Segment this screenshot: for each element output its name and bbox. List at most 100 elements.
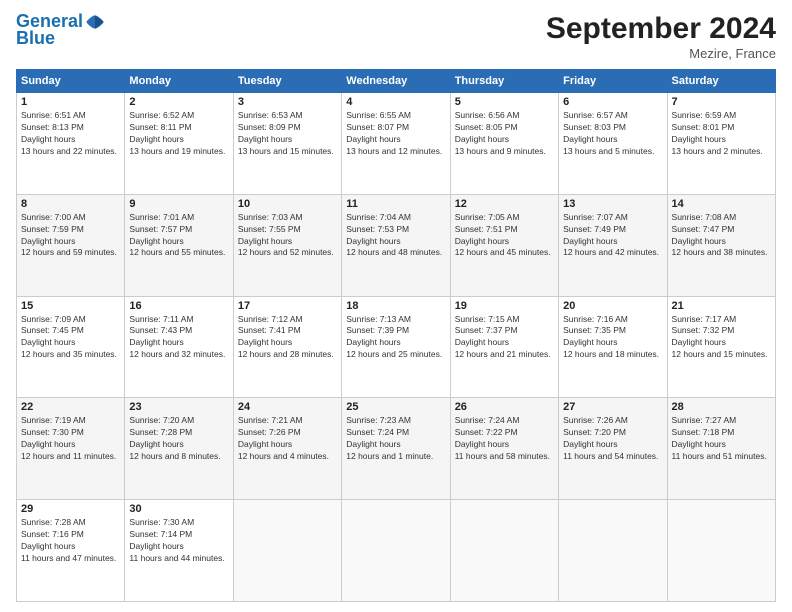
table-row <box>559 500 667 602</box>
day-number: 18 <box>346 300 445 312</box>
logo: General Blue <box>16 12 105 49</box>
day-number: 2 <box>129 96 228 108</box>
table-row: 23 Sunrise: 7:20 AMSunset: 7:28 PMDaylig… <box>125 398 233 500</box>
table-row: 10 Sunrise: 7:03 AMSunset: 7:55 PMDaylig… <box>233 194 341 296</box>
day-number: 11 <box>346 198 445 210</box>
table-row: 21 Sunrise: 7:17 AMSunset: 7:32 PMDaylig… <box>667 296 775 398</box>
day-number: 9 <box>129 198 228 210</box>
day-info: Sunrise: 6:55 AMSunset: 8:07 PMDaylight … <box>346 110 442 156</box>
day-info: Sunrise: 6:52 AMSunset: 8:11 PMDaylight … <box>129 110 225 156</box>
table-row: 5 Sunrise: 6:56 AMSunset: 8:05 PMDayligh… <box>450 93 558 195</box>
calendar-week-1: 1 Sunrise: 6:51 AMSunset: 8:13 PMDayligh… <box>17 93 776 195</box>
table-row: 12 Sunrise: 7:05 AMSunset: 7:51 PMDaylig… <box>450 194 558 296</box>
table-row: 1 Sunrise: 6:51 AMSunset: 8:13 PMDayligh… <box>17 93 125 195</box>
table-row: 14 Sunrise: 7:08 AMSunset: 7:47 PMDaylig… <box>667 194 775 296</box>
table-row: 30 Sunrise: 7:30 AMSunset: 7:14 PMDaylig… <box>125 500 233 602</box>
day-number: 17 <box>238 300 337 312</box>
title-block: September 2024 Mezire, France <box>546 12 776 61</box>
day-number: 20 <box>563 300 662 312</box>
day-number: 27 <box>563 401 662 413</box>
page: General Blue September 2024 Mezire, Fran… <box>0 0 792 612</box>
calendar-week-4: 22 Sunrise: 7:19 AMSunset: 7:30 PMDaylig… <box>17 398 776 500</box>
day-info: Sunrise: 7:16 AMSunset: 7:35 PMDaylight … <box>563 314 659 360</box>
calendar-week-5: 29 Sunrise: 7:28 AMSunset: 7:16 PMDaylig… <box>17 500 776 602</box>
day-info: Sunrise: 6:51 AMSunset: 8:13 PMDaylight … <box>21 110 117 156</box>
day-info: Sunrise: 7:24 AMSunset: 7:22 PMDaylight … <box>455 415 550 461</box>
day-number: 3 <box>238 96 337 108</box>
col-thursday: Thursday <box>450 70 558 93</box>
table-row: 8 Sunrise: 7:00 AMSunset: 7:59 PMDayligh… <box>17 194 125 296</box>
col-sunday: Sunday <box>17 70 125 93</box>
table-row: 3 Sunrise: 6:53 AMSunset: 8:09 PMDayligh… <box>233 93 341 195</box>
calendar-table: Sunday Monday Tuesday Wednesday Thursday… <box>16 69 776 602</box>
table-row: 22 Sunrise: 7:19 AMSunset: 7:30 PMDaylig… <box>17 398 125 500</box>
day-info: Sunrise: 6:59 AMSunset: 8:01 PMDaylight … <box>672 110 763 156</box>
table-row: 29 Sunrise: 7:28 AMSunset: 7:16 PMDaylig… <box>17 500 125 602</box>
day-info: Sunrise: 6:57 AMSunset: 8:03 PMDaylight … <box>563 110 654 156</box>
day-info: Sunrise: 7:23 AMSunset: 7:24 PMDaylight … <box>346 415 433 461</box>
col-monday: Monday <box>125 70 233 93</box>
day-info: Sunrise: 6:56 AMSunset: 8:05 PMDaylight … <box>455 110 546 156</box>
day-number: 28 <box>672 401 771 413</box>
day-number: 10 <box>238 198 337 210</box>
table-row: 27 Sunrise: 7:26 AMSunset: 7:20 PMDaylig… <box>559 398 667 500</box>
table-row: 9 Sunrise: 7:01 AMSunset: 7:57 PMDayligh… <box>125 194 233 296</box>
day-info: Sunrise: 7:26 AMSunset: 7:20 PMDaylight … <box>563 415 658 461</box>
day-info: Sunrise: 7:08 AMSunset: 7:47 PMDaylight … <box>672 212 768 258</box>
day-number: 23 <box>129 401 228 413</box>
day-number: 26 <box>455 401 554 413</box>
day-number: 24 <box>238 401 337 413</box>
day-info: Sunrise: 7:05 AMSunset: 7:51 PMDaylight … <box>455 212 551 258</box>
table-row: 16 Sunrise: 7:11 AMSunset: 7:43 PMDaylig… <box>125 296 233 398</box>
day-number: 13 <box>563 198 662 210</box>
table-row: 18 Sunrise: 7:13 AMSunset: 7:39 PMDaylig… <box>342 296 450 398</box>
table-row: 26 Sunrise: 7:24 AMSunset: 7:22 PMDaylig… <box>450 398 558 500</box>
table-row: 6 Sunrise: 6:57 AMSunset: 8:03 PMDayligh… <box>559 93 667 195</box>
header: General Blue September 2024 Mezire, Fran… <box>16 12 776 61</box>
day-info: Sunrise: 7:20 AMSunset: 7:28 PMDaylight … <box>129 415 220 461</box>
table-row: 28 Sunrise: 7:27 AMSunset: 7:18 PMDaylig… <box>667 398 775 500</box>
table-row: 15 Sunrise: 7:09 AMSunset: 7:45 PMDaylig… <box>17 296 125 398</box>
day-number: 14 <box>672 198 771 210</box>
day-info: Sunrise: 7:04 AMSunset: 7:53 PMDaylight … <box>346 212 442 258</box>
table-row <box>342 500 450 602</box>
day-number: 5 <box>455 96 554 108</box>
day-number: 19 <box>455 300 554 312</box>
table-row <box>667 500 775 602</box>
day-info: Sunrise: 6:53 AMSunset: 8:09 PMDaylight … <box>238 110 334 156</box>
day-number: 7 <box>672 96 771 108</box>
table-row: 7 Sunrise: 6:59 AMSunset: 8:01 PMDayligh… <box>667 93 775 195</box>
day-info: Sunrise: 7:12 AMSunset: 7:41 PMDaylight … <box>238 314 334 360</box>
day-number: 29 <box>21 503 120 515</box>
calendar-header-row: Sunday Monday Tuesday Wednesday Thursday… <box>17 70 776 93</box>
table-row: 25 Sunrise: 7:23 AMSunset: 7:24 PMDaylig… <box>342 398 450 500</box>
day-number: 6 <box>563 96 662 108</box>
day-info: Sunrise: 7:28 AMSunset: 7:16 PMDaylight … <box>21 517 116 563</box>
day-number: 22 <box>21 401 120 413</box>
day-info: Sunrise: 7:01 AMSunset: 7:57 PMDaylight … <box>129 212 225 258</box>
month-title: September 2024 <box>546 12 776 46</box>
day-number: 25 <box>346 401 445 413</box>
table-row: 4 Sunrise: 6:55 AMSunset: 8:07 PMDayligh… <box>342 93 450 195</box>
col-friday: Friday <box>559 70 667 93</box>
day-number: 8 <box>21 198 120 210</box>
day-number: 16 <box>129 300 228 312</box>
day-info: Sunrise: 7:11 AMSunset: 7:43 PMDaylight … <box>129 314 225 360</box>
day-info: Sunrise: 7:30 AMSunset: 7:14 PMDaylight … <box>129 517 224 563</box>
day-number: 4 <box>346 96 445 108</box>
location: Mezire, France <box>546 46 776 61</box>
day-info: Sunrise: 7:17 AMSunset: 7:32 PMDaylight … <box>672 314 768 360</box>
calendar-week-2: 8 Sunrise: 7:00 AMSunset: 7:59 PMDayligh… <box>17 194 776 296</box>
col-wednesday: Wednesday <box>342 70 450 93</box>
logo-icon <box>85 12 105 32</box>
day-number: 15 <box>21 300 120 312</box>
table-row: 24 Sunrise: 7:21 AMSunset: 7:26 PMDaylig… <box>233 398 341 500</box>
table-row: 11 Sunrise: 7:04 AMSunset: 7:53 PMDaylig… <box>342 194 450 296</box>
day-info: Sunrise: 7:19 AMSunset: 7:30 PMDaylight … <box>21 415 116 461</box>
table-row <box>233 500 341 602</box>
day-info: Sunrise: 7:09 AMSunset: 7:45 PMDaylight … <box>21 314 117 360</box>
table-row <box>450 500 558 602</box>
day-info: Sunrise: 7:21 AMSunset: 7:26 PMDaylight … <box>238 415 329 461</box>
day-number: 1 <box>21 96 120 108</box>
col-saturday: Saturday <box>667 70 775 93</box>
